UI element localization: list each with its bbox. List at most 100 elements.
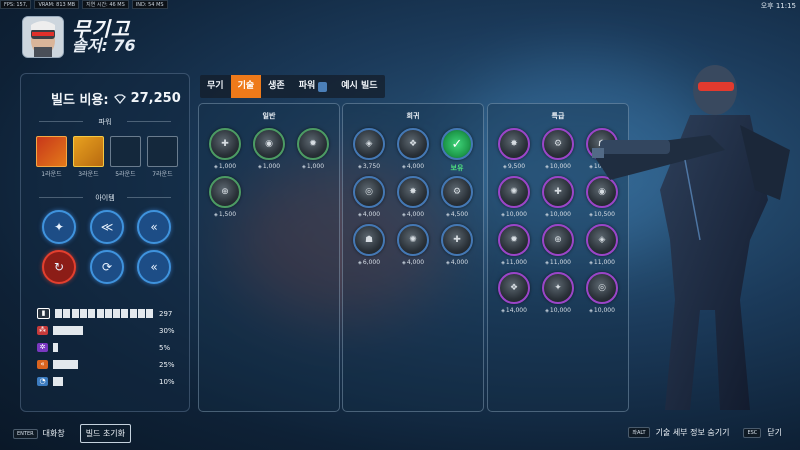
item-icon: ↻ (53, 260, 65, 274)
shop-item[interactable]: ◎ ◈4,000 (349, 176, 389, 218)
price-text: 10,000 (549, 163, 571, 170)
currency-icon: ◈ (401, 260, 406, 266)
shop-item[interactable]: ❖ ◈4,000 (393, 128, 433, 170)
item-icon: ❖ (498, 272, 530, 304)
chat-label[interactable]: 대화창 (43, 428, 65, 439)
item-price: ◈1,000 (249, 163, 289, 170)
shop-item[interactable]: ✹ ◈1,000 (293, 128, 333, 170)
equipped-item-slot[interactable]: ⟳ (90, 250, 124, 284)
power-slots: 1라운드 3라운드 5라운드 7라운드 (36, 136, 178, 178)
item-price: ◈11,000 (494, 259, 534, 266)
shop-item[interactable]: ✸ ◈4,000 (393, 176, 433, 218)
shop-item[interactable]: ⊕ ◈1,500 (205, 176, 245, 218)
item-price: ◈4,000 (349, 211, 389, 218)
item-icon: ❖ (397, 128, 429, 160)
currency-icon: ◈ (445, 212, 450, 218)
currency-icon: ◈ (501, 308, 505, 314)
item-price: ◈1,000 (293, 163, 333, 170)
price-text: 1,000 (262, 163, 281, 170)
item-price: ◈6,000 (349, 259, 389, 266)
item-icon: ✦ (53, 220, 65, 234)
shop-item[interactable]: ✸ ◈9,500 (494, 128, 534, 170)
hide-details-toggle[interactable]: 기술 세부 정보 숨기기 (656, 427, 730, 438)
shop-item[interactable]: ✚ ◈1,000 (205, 128, 245, 170)
shop-item[interactable]: ⚙ ◈4,500 (437, 176, 477, 218)
ind-stat: IND: 54 MS (131, 0, 168, 9)
item-price: ◈10,000 (538, 307, 578, 314)
power-slot[interactable]: 7라운드 (147, 136, 178, 178)
shop-item[interactable]: ✺ ◈4,000 (393, 224, 433, 266)
attack-speed-bar (53, 360, 152, 369)
shop-item[interactable]: ◈ ◈3,750 (349, 128, 389, 170)
ability-power-bar (53, 343, 152, 352)
footer-left: ENTER 대화창 빌드 초기화 (13, 424, 132, 443)
close-label[interactable]: 닫기 (767, 427, 782, 438)
tab-survival[interactable]: 생존 (261, 75, 292, 98)
equipped-item-slot[interactable]: « (137, 210, 171, 244)
equipped-item-slot[interactable]: ↻ (42, 250, 76, 284)
shop-item[interactable]: ✺ ◈10,000 (494, 176, 534, 218)
tab-weapon[interactable]: 무기 (200, 75, 231, 98)
power-slot-round: 3라운드 (78, 171, 99, 178)
tab-label: 생존 (268, 81, 285, 91)
stat-row-ammo: ▮ 297 (37, 305, 177, 322)
ammo-segment (96, 309, 104, 318)
equipped-item-slot[interactable]: ≪ (90, 210, 124, 244)
price-text: 10,000 (549, 307, 571, 314)
shop-item[interactable]: ⊕ ◈11,000 (538, 224, 578, 266)
shop-item[interactable]: ⚙ ◈10,000 (538, 128, 578, 170)
item-price: ◈4,000 (393, 163, 433, 170)
tab-power[interactable]: 파워 (292, 75, 335, 98)
bar-fill (53, 326, 83, 335)
currency-icon: ◈ (545, 164, 549, 170)
shop-item[interactable]: ☗ ◈6,000 (349, 224, 389, 266)
item-icon: ⟳ (101, 260, 113, 274)
ammo-segment (129, 309, 137, 318)
item-icon: ✚ (441, 224, 473, 256)
fps-stat: FPS: 157, (0, 0, 32, 9)
reset-build-button[interactable]: 빌드 초기화 (79, 424, 132, 443)
power-slot[interactable]: 3라운드 (73, 136, 104, 178)
tab-ability[interactable]: 기술 (230, 75, 262, 98)
shop-item[interactable]: ✚ ◈10,000 (538, 176, 578, 218)
tab-example-builds[interactable]: 예시 빌드 (334, 75, 384, 98)
system-stats-bar: FPS: 157, VRAM: 813 MB 지연 시간: 46 MS IND:… (0, 0, 168, 9)
shop-item[interactable]: ✚ ◈4,000 (437, 224, 477, 266)
stat-row-attack-speed: « 25% (37, 356, 177, 373)
currency-icon (113, 93, 126, 104)
footer-right: 좌ALT 기술 세부 정보 숨기기 ESC 닫기 (628, 427, 782, 438)
price-text: 4,000 (362, 211, 381, 218)
common-items-column: 일반 ✚ ◈1,000 ◉ ◈1,000 ✹ ◈1,000 ⊕ ◈1,500 (198, 103, 340, 412)
item-icon: ✸ (498, 128, 530, 160)
power-slot[interactable]: 1라운드 (36, 136, 67, 178)
item-icon: ✦ (542, 272, 574, 304)
tab-label: 파워 (298, 81, 316, 91)
shop-item[interactable]: ◉ ◈1,000 (249, 128, 289, 170)
ability-power-icon: ✲ (37, 343, 48, 352)
shop-item[interactable]: ✹ ◈11,000 (494, 224, 534, 266)
power-slot-round: 7라운드 (152, 171, 173, 178)
currency-icon: ◈ (213, 164, 218, 170)
power-slot[interactable]: 5라운드 (110, 136, 141, 178)
currency-icon: ◈ (401, 212, 406, 218)
price-text: 보유 (450, 164, 464, 172)
currency-icon: ◈ (545, 260, 549, 266)
shop-item[interactable]: ✦ ◈10,000 (538, 272, 578, 314)
shop-item[interactable]: ✓ 보유 (437, 128, 477, 173)
rare-items-column: 희귀 ◈ ◈3,750 ❖ ◈4,000 ✓ 보유 ◎ ◈4,000 ✸ ◈4,000 ⚙ ◈4,50… (342, 103, 484, 412)
enter-key: ENTER (13, 428, 38, 439)
hero-subtitle: 솔저: 76 (72, 36, 136, 55)
item-icon: ✸ (397, 176, 429, 208)
item-icon: ✹ (498, 224, 530, 256)
item-price: ◈10,000 (494, 211, 534, 218)
item-icon: ✺ (498, 176, 530, 208)
ammo-bar (55, 309, 154, 318)
currency-icon: ◈ (545, 212, 549, 218)
item-price: ◈4,500 (437, 211, 477, 218)
shop-item[interactable]: ❖ ◈14,000 (494, 272, 534, 314)
build-cost: 빌드 비용: 27,250 (51, 89, 181, 108)
item-icon: ◉ (253, 128, 285, 160)
equipped-item-slot[interactable]: ✦ (42, 210, 76, 244)
equipped-item-slot[interactable]: « (137, 250, 171, 284)
ammo-segment (138, 309, 145, 318)
